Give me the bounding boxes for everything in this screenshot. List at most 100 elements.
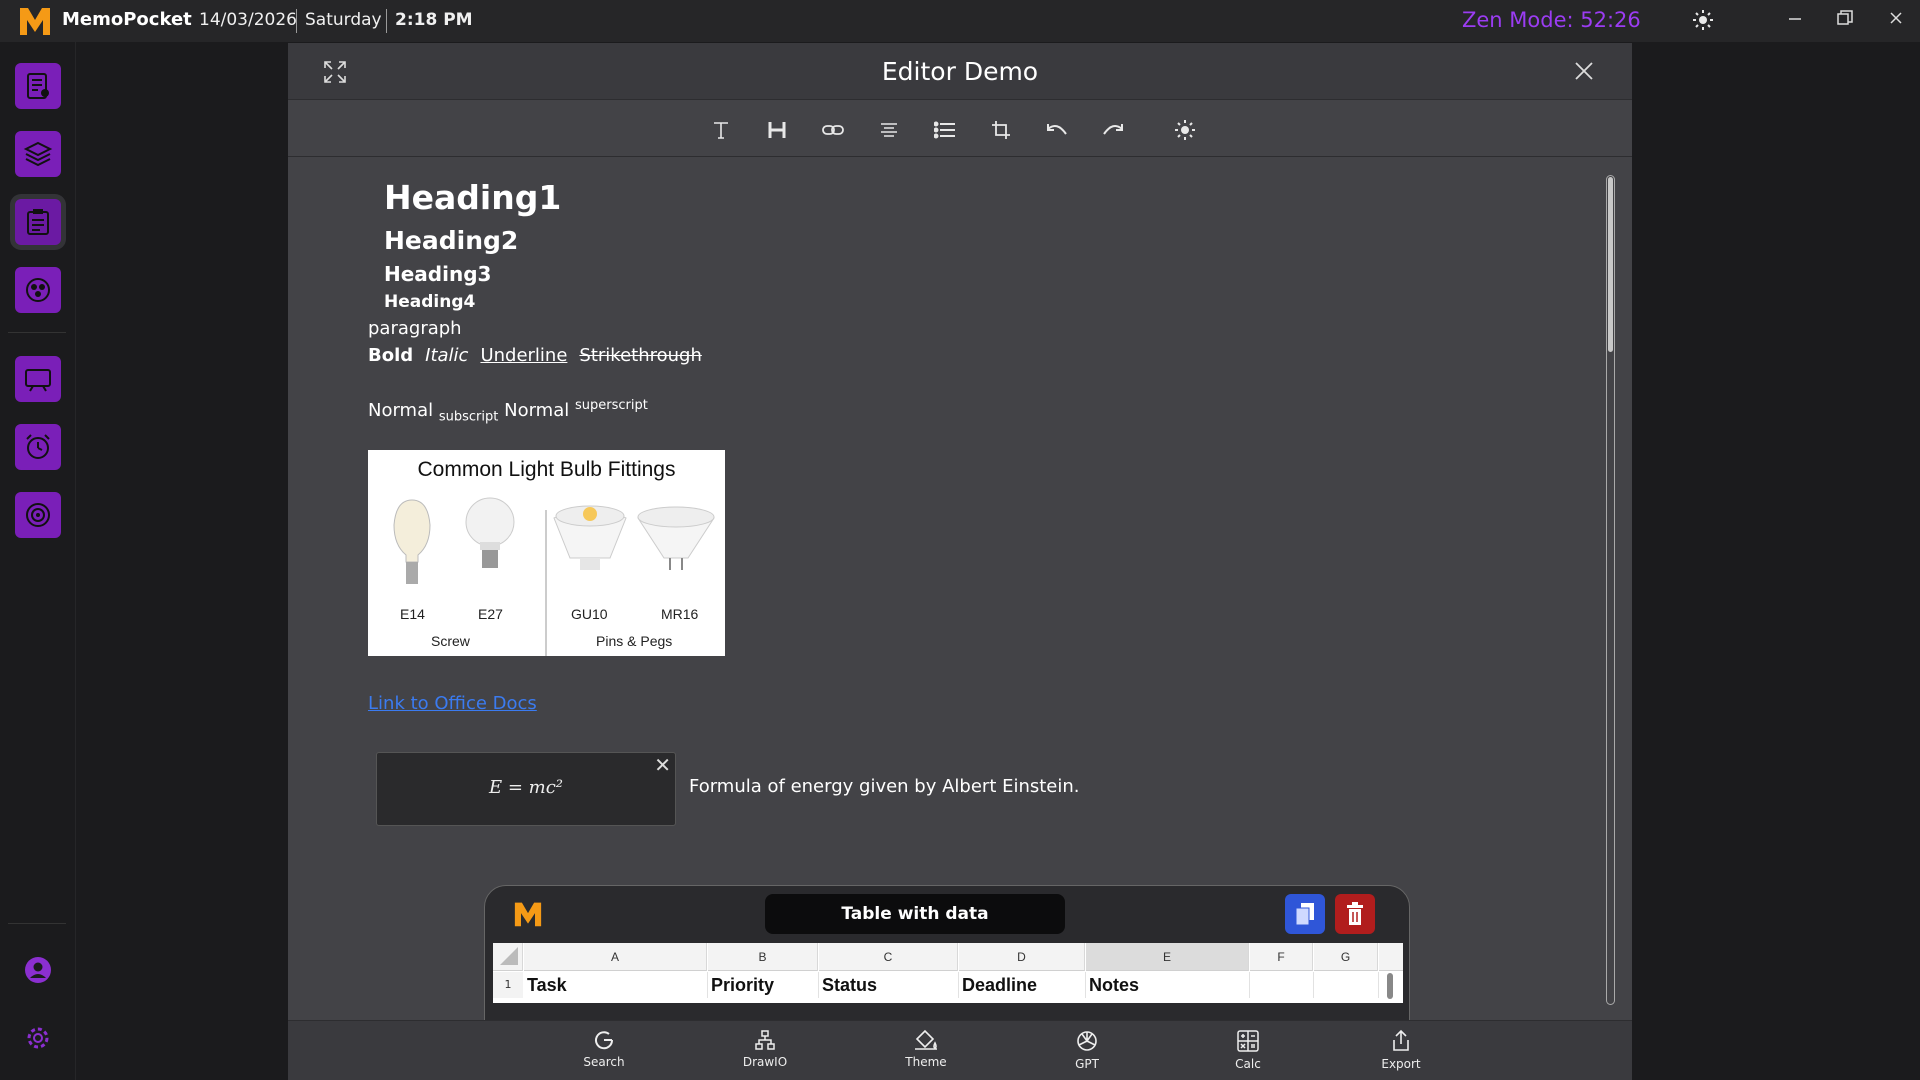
editor-content[interactable]: Heading1 Heading2 Heading3 Heading4 para…: [288, 158, 1632, 1020]
close-modal-icon[interactable]: [1574, 61, 1594, 85]
heading-icon[interactable]: [764, 117, 790, 143]
column-header-filler: [1379, 943, 1403, 971]
minimize-icon[interactable]: [1788, 10, 1802, 29]
google-icon: [595, 1031, 614, 1050]
crop-icon[interactable]: [988, 117, 1014, 143]
export-button[interactable]: Export: [1361, 1029, 1441, 1071]
modal-title: Editor Demo: [881, 57, 1039, 86]
table-cell[interactable]: Deadline: [959, 972, 1086, 998]
layers-icon: [23, 141, 53, 167]
search-button[interactable]: Search: [564, 1029, 644, 1069]
sidebar-item-goals[interactable]: [15, 492, 61, 538]
sub-super-example: Normal subscript Normal superscript: [368, 398, 648, 425]
strikethrough-text: Strikethrough: [579, 345, 702, 366]
sidebar-item-community[interactable]: [15, 267, 61, 313]
people-icon: [26, 278, 50, 302]
text-icon[interactable]: [708, 117, 734, 143]
openai-icon: [1077, 1031, 1097, 1051]
settings-gear-icon[interactable]: [22, 1022, 54, 1054]
drawio-button[interactable]: DrawIO: [725, 1029, 805, 1069]
whiteboard-icon: [25, 369, 51, 392]
table-cell[interactable]: Priority: [708, 972, 819, 998]
heading-3: Heading3: [384, 262, 492, 286]
list-icon[interactable]: [932, 117, 958, 143]
link-icon[interactable]: [820, 117, 846, 143]
copy-icon[interactable]: [1285, 894, 1325, 934]
row-header[interactable]: 1: [493, 972, 523, 998]
paragraph-text: paragraph: [368, 318, 462, 339]
column-header[interactable]: B: [708, 943, 818, 971]
sheet-logo-icon: [514, 902, 542, 927]
diagram-icon: [755, 1030, 775, 1050]
table-cell[interactable]: Notes: [1086, 972, 1250, 998]
group-label: Pins & Pegs: [596, 633, 673, 649]
clipboard-icon: [27, 209, 49, 235]
column-header[interactable]: G: [1314, 943, 1378, 971]
redo-icon[interactable]: [1100, 117, 1126, 143]
notes-icon: [27, 73, 49, 99]
heading-1: Heading1: [384, 178, 562, 217]
table-cell[interactable]: Status: [819, 972, 959, 998]
column-header[interactable]: C: [819, 943, 958, 971]
bold-text: Bold: [368, 345, 414, 366]
sidebar-item-notes[interactable]: [15, 63, 61, 109]
brightness-icon[interactable]: [1172, 117, 1198, 143]
sidebar-divider: [8, 923, 66, 924]
spreadsheet-widget: Table with data A B C D E F G 1 Task Pri…: [484, 885, 1410, 1020]
divider: [386, 9, 387, 33]
trash-icon[interactable]: [1335, 894, 1375, 934]
content-scrollbar[interactable]: [1606, 175, 1615, 1005]
title-bar: MemoPocket 14/03/2026 Saturday 2:18 PM Z…: [0, 0, 1920, 42]
drawio-label: DrawIO: [742, 1055, 788, 1069]
sheet-scrollbar[interactable]: [1387, 973, 1393, 999]
restore-icon[interactable]: [1837, 10, 1853, 30]
close-window-icon[interactable]: [1889, 10, 1903, 29]
app-logo: [20, 8, 50, 35]
format-examples: Bold Italic Underline Strikethrough: [368, 345, 702, 366]
calculator-icon: [1237, 1030, 1259, 1052]
bulb-label: GU10: [571, 606, 608, 622]
bulb-label: E27: [478, 606, 503, 622]
sidebar-divider: [8, 332, 66, 333]
table-cell[interactable]: [1250, 972, 1314, 998]
search-label: Search: [583, 1055, 625, 1069]
table-cell[interactable]: Task: [524, 972, 708, 998]
theme-toggle-icon[interactable]: [1692, 9, 1714, 35]
sheet-title[interactable]: Table with data: [765, 894, 1065, 934]
undo-icon[interactable]: [1044, 117, 1070, 143]
sidebar-item-layers[interactable]: [15, 131, 61, 177]
app-name: MemoPocket: [62, 9, 192, 30]
theme-button[interactable]: Theme: [886, 1029, 966, 1069]
gpt-label: GPT: [1075, 1057, 1099, 1071]
formula-block[interactable]: E = mc² ✕: [376, 752, 676, 826]
column-header[interactable]: D: [959, 943, 1085, 971]
spreadsheet-grid[interactable]: A B C D E F G 1 Task Priority Status Dea…: [493, 943, 1403, 1003]
calc-button[interactable]: Calc: [1208, 1029, 1288, 1071]
select-all-corner[interactable]: [493, 943, 523, 971]
date-text: 14/03/2026: [199, 10, 297, 30]
align-center-icon[interactable]: [876, 117, 902, 143]
formula-description: Formula of energy given by Albert Einste…: [689, 776, 1080, 797]
close-icon[interactable]: ✕: [654, 753, 671, 777]
profile-icon[interactable]: [22, 954, 54, 986]
sidebar-item-alarm[interactable]: [15, 424, 61, 470]
divider: [296, 9, 297, 33]
theme-label: Theme: [905, 1055, 947, 1069]
share-icon: [1393, 1029, 1409, 1051]
office-docs-link[interactable]: Link to Office Docs: [368, 693, 537, 714]
modal-header: Editor Demo: [288, 43, 1632, 100]
gpt-button[interactable]: GPT: [1047, 1029, 1127, 1071]
light-bulb-image[interactable]: Common Light Bulb Fittings E14 E27 GU10 …: [368, 450, 725, 656]
column-header[interactable]: A: [524, 943, 707, 971]
zen-mode-timer[interactable]: Zen Mode: 52:26: [1462, 8, 1641, 32]
table-cell[interactable]: [1314, 972, 1379, 998]
bulbs-illustration: [393, 497, 715, 656]
column-header[interactable]: E: [1086, 943, 1249, 971]
sidebar-item-board[interactable]: [15, 356, 61, 402]
scroll-thumb[interactable]: [1608, 177, 1613, 352]
bulb-label: MR16: [661, 606, 699, 622]
underline-text: Underline: [480, 345, 568, 366]
column-header[interactable]: F: [1250, 943, 1313, 971]
superscript-text: superscript: [574, 398, 648, 413]
sidebar-item-editor[interactable]: [15, 199, 61, 245]
